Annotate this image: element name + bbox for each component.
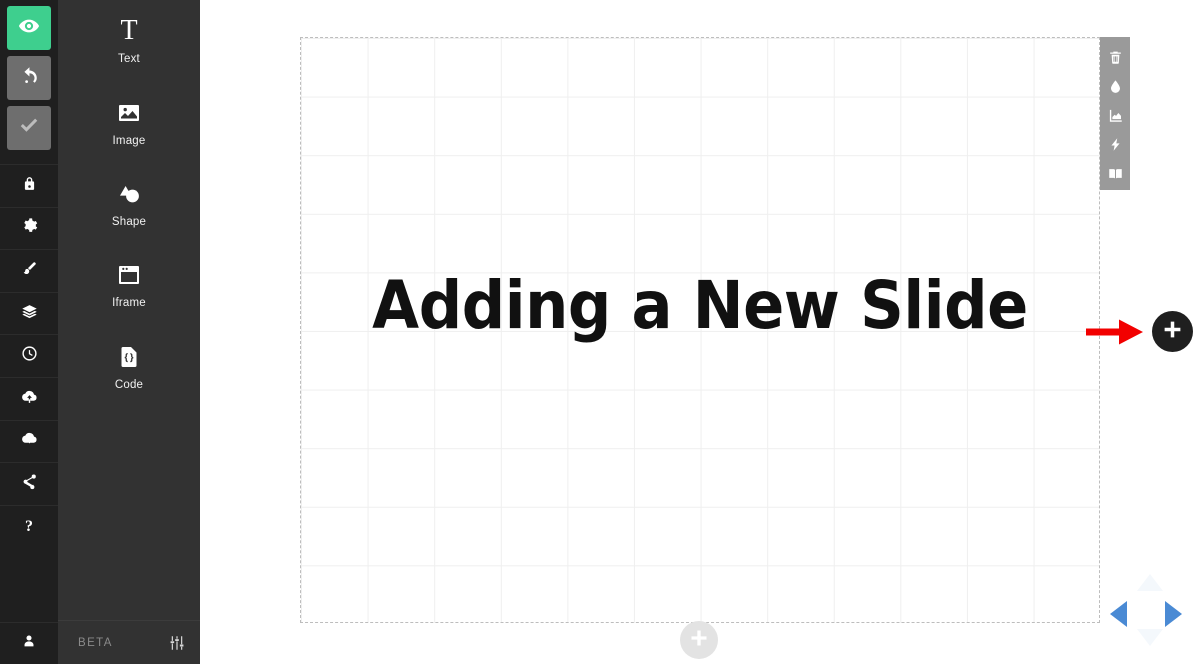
sidebar-item-share[interactable] bbox=[0, 462, 58, 505]
background-color-button[interactable] bbox=[1100, 75, 1130, 104]
sidebar-item-upload[interactable] bbox=[0, 376, 58, 420]
sidebar-item-layers[interactable] bbox=[0, 291, 58, 335]
check-icon bbox=[18, 115, 40, 142]
sliders-icon[interactable] bbox=[168, 634, 186, 652]
slide-navigation-dpad bbox=[1106, 570, 1186, 650]
tool-panel-footer: BETA bbox=[58, 620, 200, 664]
user-account-button[interactable] bbox=[0, 622, 58, 664]
animation-button[interactable] bbox=[1100, 132, 1130, 161]
layers-icon bbox=[21, 303, 38, 325]
undo-icon bbox=[18, 65, 40, 92]
person-icon bbox=[21, 633, 37, 654]
tool-code[interactable]: Code bbox=[58, 326, 200, 407]
confirm-button[interactable] bbox=[7, 106, 51, 150]
slide-canvas[interactable]: Adding a New Slide bbox=[300, 37, 1100, 623]
question-icon: ? bbox=[25, 517, 33, 535]
book-icon bbox=[1108, 166, 1123, 186]
notes-button[interactable] bbox=[1100, 161, 1130, 190]
slide-context-toolbar bbox=[1100, 37, 1130, 190]
trash-icon bbox=[1108, 50, 1123, 70]
red-arrow-annotation bbox=[1086, 317, 1144, 347]
eye-icon bbox=[18, 15, 40, 42]
left-icon-rail: ? bbox=[0, 0, 58, 664]
nav-up-arrow[interactable] bbox=[1137, 574, 1163, 591]
cloud-upload-icon bbox=[21, 388, 38, 410]
nav-right-arrow[interactable] bbox=[1165, 601, 1182, 627]
nav-down-arrow[interactable] bbox=[1137, 629, 1163, 646]
text-icon: T bbox=[120, 15, 138, 47]
tool-image[interactable]: Image bbox=[58, 81, 200, 162]
image-icon bbox=[117, 98, 141, 128]
paintbrush-icon bbox=[21, 260, 38, 282]
sidebar-item-lock[interactable] bbox=[0, 164, 58, 207]
chart-button[interactable] bbox=[1100, 104, 1130, 133]
share-icon bbox=[21, 473, 38, 495]
tool-text-label: Text bbox=[118, 53, 140, 66]
lightning-icon bbox=[1108, 137, 1123, 157]
chart-icon bbox=[1108, 108, 1123, 128]
canvas-workspace[interactable]: Adding a New Slide bbox=[200, 0, 1200, 664]
iframe-icon bbox=[117, 260, 141, 290]
plus-icon bbox=[1162, 319, 1183, 345]
preview-button[interactable] bbox=[7, 6, 51, 50]
droplet-icon bbox=[1108, 79, 1123, 99]
beta-badge: BETA bbox=[78, 636, 113, 649]
sidebar-item-download[interactable] bbox=[0, 419, 58, 463]
code-icon bbox=[117, 342, 141, 372]
tool-iframe[interactable]: Iframe bbox=[58, 244, 200, 325]
sidebar-item-settings[interactable] bbox=[0, 206, 58, 250]
sidebar-item-theme[interactable] bbox=[0, 249, 58, 292]
presentation-editor: ? T Text Image Shape Iframe Code BETA Ad… bbox=[0, 0, 1200, 664]
plus-icon bbox=[689, 628, 709, 653]
undo-button[interactable] bbox=[7, 56, 51, 100]
tool-shape[interactable]: Shape bbox=[58, 163, 200, 244]
nav-left-arrow[interactable] bbox=[1110, 601, 1127, 627]
delete-element-button[interactable] bbox=[1100, 46, 1130, 75]
clock-icon bbox=[21, 345, 38, 367]
add-slide-button-right[interactable] bbox=[1152, 311, 1193, 352]
tool-iframe-label: Iframe bbox=[112, 297, 146, 310]
slide-title-text[interactable]: Adding a New Slide bbox=[333, 269, 1067, 343]
tool-image-label: Image bbox=[112, 134, 146, 147]
cloud-download-icon bbox=[21, 430, 38, 452]
lock-icon bbox=[21, 175, 38, 197]
sidebar-item-history[interactable] bbox=[0, 334, 58, 377]
tool-text[interactable]: T Text bbox=[58, 0, 200, 81]
sidebar-item-help[interactable]: ? bbox=[0, 504, 58, 548]
tool-panel: T Text Image Shape Iframe Code BETA bbox=[58, 0, 200, 664]
gear-icon bbox=[21, 217, 38, 239]
shape-icon bbox=[117, 179, 141, 209]
tool-code-label: Code bbox=[114, 378, 144, 391]
tool-shape-label: Shape bbox=[111, 215, 147, 228]
add-slide-button-bottom[interactable] bbox=[680, 621, 718, 659]
